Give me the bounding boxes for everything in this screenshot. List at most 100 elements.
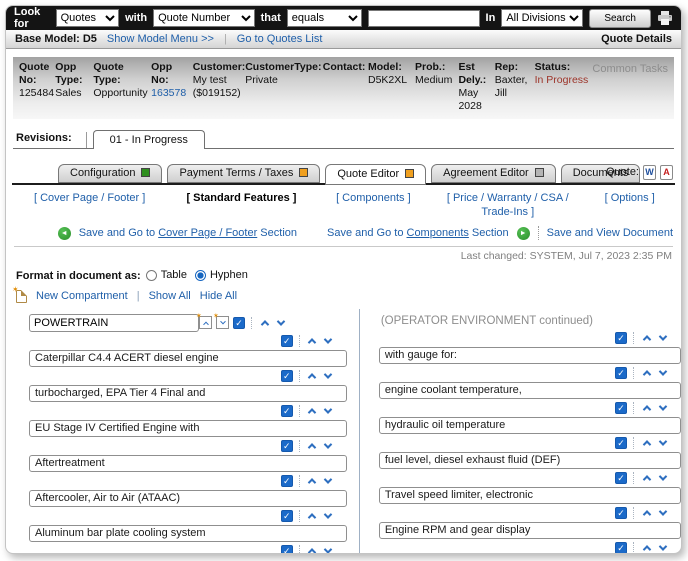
feature-text-input[interactable] [379,452,681,469]
tab-payment-terms-taxes[interactable]: Payment Terms / Taxes [167,164,320,183]
print-icon[interactable] [657,11,673,26]
new-compartment-link[interactable]: New Compartment [36,290,128,302]
show-model-menu-link[interactable]: Show Model Menu >> [107,33,214,45]
hide-all-link[interactable]: Hide All [200,290,237,302]
search-value-input[interactable] [368,10,480,27]
move-down-icon[interactable] [274,316,287,329]
format-radio[interactable] [146,270,157,281]
insert-above-icon[interactable] [199,316,212,329]
search-button[interactable]: Search [589,9,651,28]
revision-tab[interactable]: 01 - In Progress [93,130,205,149]
quote-info-value[interactable]: 163578 [151,87,189,100]
save-go-cover-link[interactable]: Save and Go to Cover Page / Footer Secti… [79,227,297,239]
move-down-icon[interactable] [656,367,669,380]
insert-below-icon[interactable] [216,316,229,329]
move-up-icon[interactable] [306,510,319,523]
move-up-icon[interactable] [640,437,653,450]
include-checkbox[interactable] [281,510,293,522]
move-up-icon[interactable] [640,472,653,485]
move-down-icon[interactable] [322,370,335,383]
feature-text-input[interactable] [379,487,681,504]
include-checkbox[interactable] [615,402,627,414]
move-up-icon[interactable] [306,370,319,383]
include-checkbox[interactable] [615,542,627,554]
section-link[interactable]: [ Components ] [314,191,433,205]
move-down-icon[interactable] [656,402,669,415]
go-to-quotes-list-link[interactable]: Go to Quotes List [237,33,323,45]
include-checkbox[interactable] [281,545,293,554]
move-down-icon[interactable] [322,475,335,488]
save-view-document-link[interactable]: Save and View Document [547,227,673,239]
include-checkbox[interactable] [615,437,627,449]
move-up-icon[interactable] [640,332,653,345]
move-up-icon[interactable] [306,545,319,554]
move-up-icon[interactable] [640,402,653,415]
move-up-icon[interactable] [640,542,653,554]
tab-quote-editor[interactable]: Quote Editor [325,164,426,185]
feature-text-input[interactable] [379,347,681,364]
up-chevron-icon [308,338,316,346]
feature-text-input[interactable] [379,522,681,539]
move-up-icon[interactable] [640,507,653,520]
move-up-icon[interactable] [640,367,653,380]
divider [299,440,300,452]
move-up-icon[interactable] [306,475,319,488]
move-down-icon[interactable] [656,437,669,450]
feature-text-input[interactable] [379,382,681,399]
quote-info-field: Model:D5K2XL [368,61,411,87]
move-down-icon[interactable] [656,472,669,485]
move-down-icon[interactable] [322,335,335,348]
include-checkbox[interactable] [615,507,627,519]
operator-select[interactable]: equals [287,9,362,27]
save-go-components-link[interactable]: Save and Go to Components Section [327,227,509,239]
section-link[interactable]: [ Standard Features ] [169,191,313,205]
include-checkbox[interactable] [615,367,627,379]
move-up-icon[interactable] [306,440,319,453]
move-down-icon[interactable] [322,510,335,523]
format-radio[interactable] [195,270,206,281]
pdf-document-icon[interactable] [660,165,673,180]
move-down-icon[interactable] [656,507,669,520]
tab-agreement-editor[interactable]: Agreement Editor [431,164,556,183]
include-checkbox[interactable] [281,370,293,382]
entity-select[interactable]: Quotes [56,9,119,27]
feature-text-input[interactable] [29,455,347,472]
format-option-hyphen[interactable]: Hyphen [195,269,248,281]
feature-text-input[interactable] [29,420,347,437]
quote-info-value: My test ($019152) [193,74,241,100]
include-checkbox[interactable] [281,335,293,347]
feature-text-input[interactable] [29,350,347,367]
move-down-icon[interactable] [656,332,669,345]
move-up-icon[interactable] [306,335,319,348]
word-document-icon[interactable] [643,165,656,180]
move-down-icon[interactable] [322,405,335,418]
base-model-label: Base Model: D5 [15,33,97,45]
field-select[interactable]: Quote Number [153,9,255,27]
section-link[interactable]: [ Options ] [582,191,677,205]
include-checkbox[interactable] [281,475,293,487]
feature-text-input[interactable] [29,490,347,507]
division-select[interactable]: All Divisions [501,9,583,27]
common-tasks-menu[interactable]: Common Tasks [592,61,668,75]
feature-text-input[interactable] [29,525,347,542]
include-checkbox[interactable] [615,472,627,484]
format-option-table[interactable]: Table [146,269,187,281]
move-down-icon[interactable] [656,542,669,554]
feature-text-input[interactable] [29,385,347,402]
go-previous-icon[interactable] [58,227,71,240]
show-all-link[interactable]: Show All [149,290,191,302]
move-down-icon[interactable] [322,440,335,453]
feature-text-input[interactable] [379,417,681,434]
move-up-icon[interactable] [306,405,319,418]
include-checkbox[interactable] [233,317,245,329]
include-checkbox[interactable] [281,440,293,452]
include-checkbox[interactable] [281,405,293,417]
tab-configuration[interactable]: Configuration [58,164,162,183]
move-down-icon[interactable] [322,545,335,554]
compartment-name-input[interactable] [29,314,199,332]
include-checkbox[interactable] [615,332,627,344]
section-link[interactable]: [ Price / Warranty / CSA / Trade-Ins ] [433,191,582,220]
go-next-icon[interactable] [517,227,530,240]
section-link[interactable]: [ Cover Page / Footer ] [10,191,169,205]
move-up-icon[interactable] [258,316,271,329]
